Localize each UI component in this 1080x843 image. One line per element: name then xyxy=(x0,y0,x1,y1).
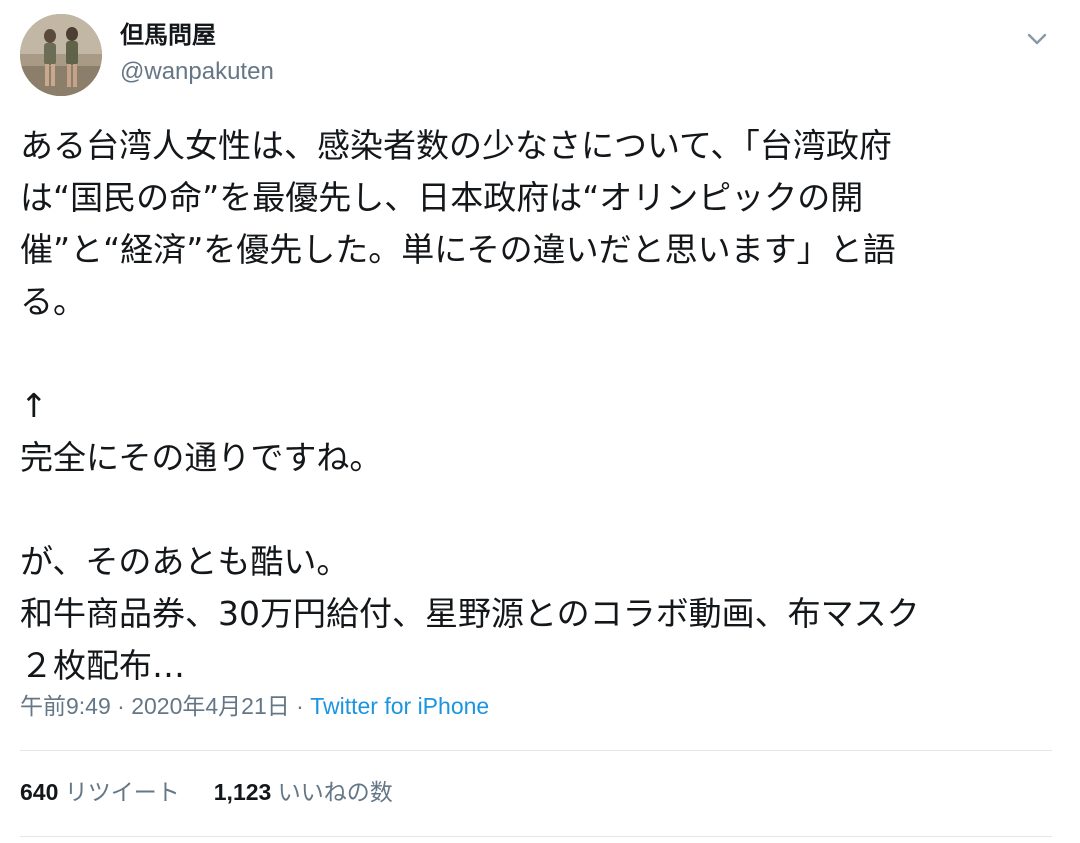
tweet-line: 完全にその通りですね。 xyxy=(20,438,383,477)
tweet-line: ある台湾人女性は、感染者数の少なさについて、「台湾政府 xyxy=(20,126,892,165)
tweet-card: 但馬問屋 @wanpakuten ある台湾人女性は、感染者数の少なさについて、「… xyxy=(0,0,1080,843)
retweets-count: 640 xyxy=(20,779,59,805)
tweet-date[interactable]: 2020年4月21日 xyxy=(131,693,290,719)
tweet-line: ２枚配布… xyxy=(20,646,185,685)
tweet-time[interactable]: 午前9:49 xyxy=(20,693,111,719)
tweet-source-link[interactable]: Twitter for iPhone xyxy=(310,693,489,719)
divider xyxy=(20,750,1052,751)
retweets-label: リツイート xyxy=(64,779,180,805)
display-name[interactable]: 但馬問屋 xyxy=(120,20,274,50)
meta-separator: · xyxy=(110,693,132,719)
arrow-line: ↑ xyxy=(20,386,48,425)
likes-label: いいねの数 xyxy=(277,779,393,805)
tweet-stats: 640 リツイート 1,123 いいねの数 xyxy=(20,774,393,810)
avatar[interactable] xyxy=(20,14,102,96)
tweet-line: が、そのあとも酷い。 xyxy=(20,542,350,581)
tweet-meta: 午前9:49 · 2020年4月21日 · Twitter for iPhone xyxy=(20,688,489,724)
tweet-line: る。 xyxy=(20,282,86,321)
tweet-text: ある台湾人女性は、感染者数の少なさについて、「台湾政府 は“国民の命”を最優先し… xyxy=(20,120,1060,692)
author-info[interactable]: 但馬問屋 @wanpakuten xyxy=(120,20,274,88)
likes-count: 1,123 xyxy=(213,779,272,805)
divider xyxy=(20,836,1052,837)
meta-separator: · xyxy=(289,693,311,719)
chevron-down-icon[interactable] xyxy=(1020,22,1054,56)
retweets-stat[interactable]: 640 リツイート xyxy=(20,774,180,810)
tweet-header: 但馬問屋 @wanpakuten xyxy=(20,14,1060,98)
likes-stat[interactable]: 1,123 いいねの数 xyxy=(214,774,393,810)
user-handle[interactable]: @wanpakuten xyxy=(120,56,274,88)
tweet-line: は“国民の命”を最優先し、日本政府は“オリンピックの開 xyxy=(20,178,864,217)
tweet-line: 催”と“経済”を優先した。単にその違いだと思います」と語 xyxy=(20,230,896,269)
tweet-line: 和牛商品券、30万円給付、星野源とのコラボ動画、布マスク xyxy=(20,594,920,633)
